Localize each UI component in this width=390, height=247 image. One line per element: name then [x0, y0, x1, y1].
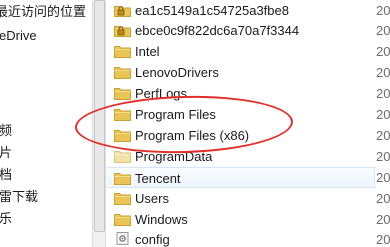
- nav-item-music[interactable]: 乐: [0, 211, 12, 227]
- date-cell: 20: [376, 107, 390, 122]
- file-row[interactable]: Windows: [107, 209, 375, 230]
- date-cell: 20: [376, 3, 390, 18]
- file-row[interactable]: Users: [107, 188, 375, 209]
- file-name: Program Files (x86): [135, 128, 250, 143]
- file-name: ea1c5149a1c54725a3fbe8: [135, 3, 289, 18]
- date-cell: 20: [376, 191, 390, 206]
- folder-icon: [114, 193, 131, 205]
- folder-icon: [114, 67, 131, 79]
- file-row[interactable]: Program Files: [107, 104, 375, 125]
- locked-folder-icon: [114, 26, 131, 37]
- file-list: ea1c5149a1c54725a3fbe8 ebce0c9f822dc6a70…: [107, 0, 375, 247]
- date-cell: 20: [376, 44, 390, 59]
- nav-item-onedrive[interactable]: eDrive: [0, 28, 37, 44]
- date-cell: 20: [376, 212, 390, 227]
- file-name: ProgramData: [135, 149, 213, 164]
- nav-item-thunder-downloads[interactable]: 雷下载: [0, 189, 38, 205]
- file-name: Windows: [135, 212, 188, 227]
- file-row[interactable]: ebce0c9f822dc6a70a7f3344: [107, 20, 375, 41]
- folder-icon: [114, 46, 131, 58]
- nav-scrollbar-thumb[interactable]: [94, 0, 105, 232]
- folder-icon: [114, 173, 131, 185]
- date-cell: 20: [376, 232, 390, 247]
- file-row[interactable]: ProgramData: [107, 146, 375, 167]
- folder-icon: [114, 214, 131, 226]
- date-cell: 20: [376, 128, 390, 143]
- file-row[interactable]: LenovoDrivers: [107, 62, 375, 83]
- nav-item-videos[interactable]: 频: [0, 123, 12, 139]
- date-cell: 20: [376, 149, 390, 164]
- file-row[interactable]: config: [107, 229, 375, 247]
- date-cell: 20: [376, 23, 390, 38]
- light-folder-icon: [114, 151, 131, 163]
- nav-scrollbar[interactable]: [92, 0, 106, 247]
- file-name: config: [135, 232, 170, 247]
- file-name: Program Files: [135, 107, 216, 122]
- navigation-pane: 最近访问的位置 eDrive 频 片 档 雷下载 乐: [0, 0, 92, 247]
- nav-item-recent-places[interactable]: 最近访问的位置: [0, 4, 86, 20]
- file-name: LenovoDrivers: [135, 65, 219, 80]
- file-row-selected[interactable]: Tencent: [107, 167, 375, 188]
- file-name: Tencent: [135, 171, 181, 186]
- nav-item-documents[interactable]: 档: [0, 167, 12, 183]
- date-cell: 20: [376, 65, 390, 80]
- file-name: ebce0c9f822dc6a70a7f3344: [135, 23, 300, 38]
- file-row[interactable]: PerfLogs: [107, 83, 375, 104]
- folder-icon: [114, 130, 131, 142]
- folder-icon: [114, 109, 131, 121]
- date-modified-column: 20 20 20 20 20 20 20 20 20 20 20 20: [375, 0, 390, 247]
- file-name: Intel: [135, 44, 160, 59]
- folder-icon: [114, 88, 131, 100]
- nav-item-pictures[interactable]: 片: [0, 145, 12, 161]
- settings-file-icon: [116, 232, 129, 245]
- file-row[interactable]: ea1c5149a1c54725a3fbe8: [107, 0, 375, 21]
- locked-folder-icon: [114, 6, 131, 17]
- file-row[interactable]: Intel: [107, 41, 375, 62]
- file-name: Users: [135, 191, 169, 206]
- file-row[interactable]: Program Files (x86): [107, 125, 375, 146]
- date-cell: 20: [376, 170, 390, 185]
- date-cell: 20: [376, 86, 390, 101]
- file-name: PerfLogs: [135, 86, 188, 101]
